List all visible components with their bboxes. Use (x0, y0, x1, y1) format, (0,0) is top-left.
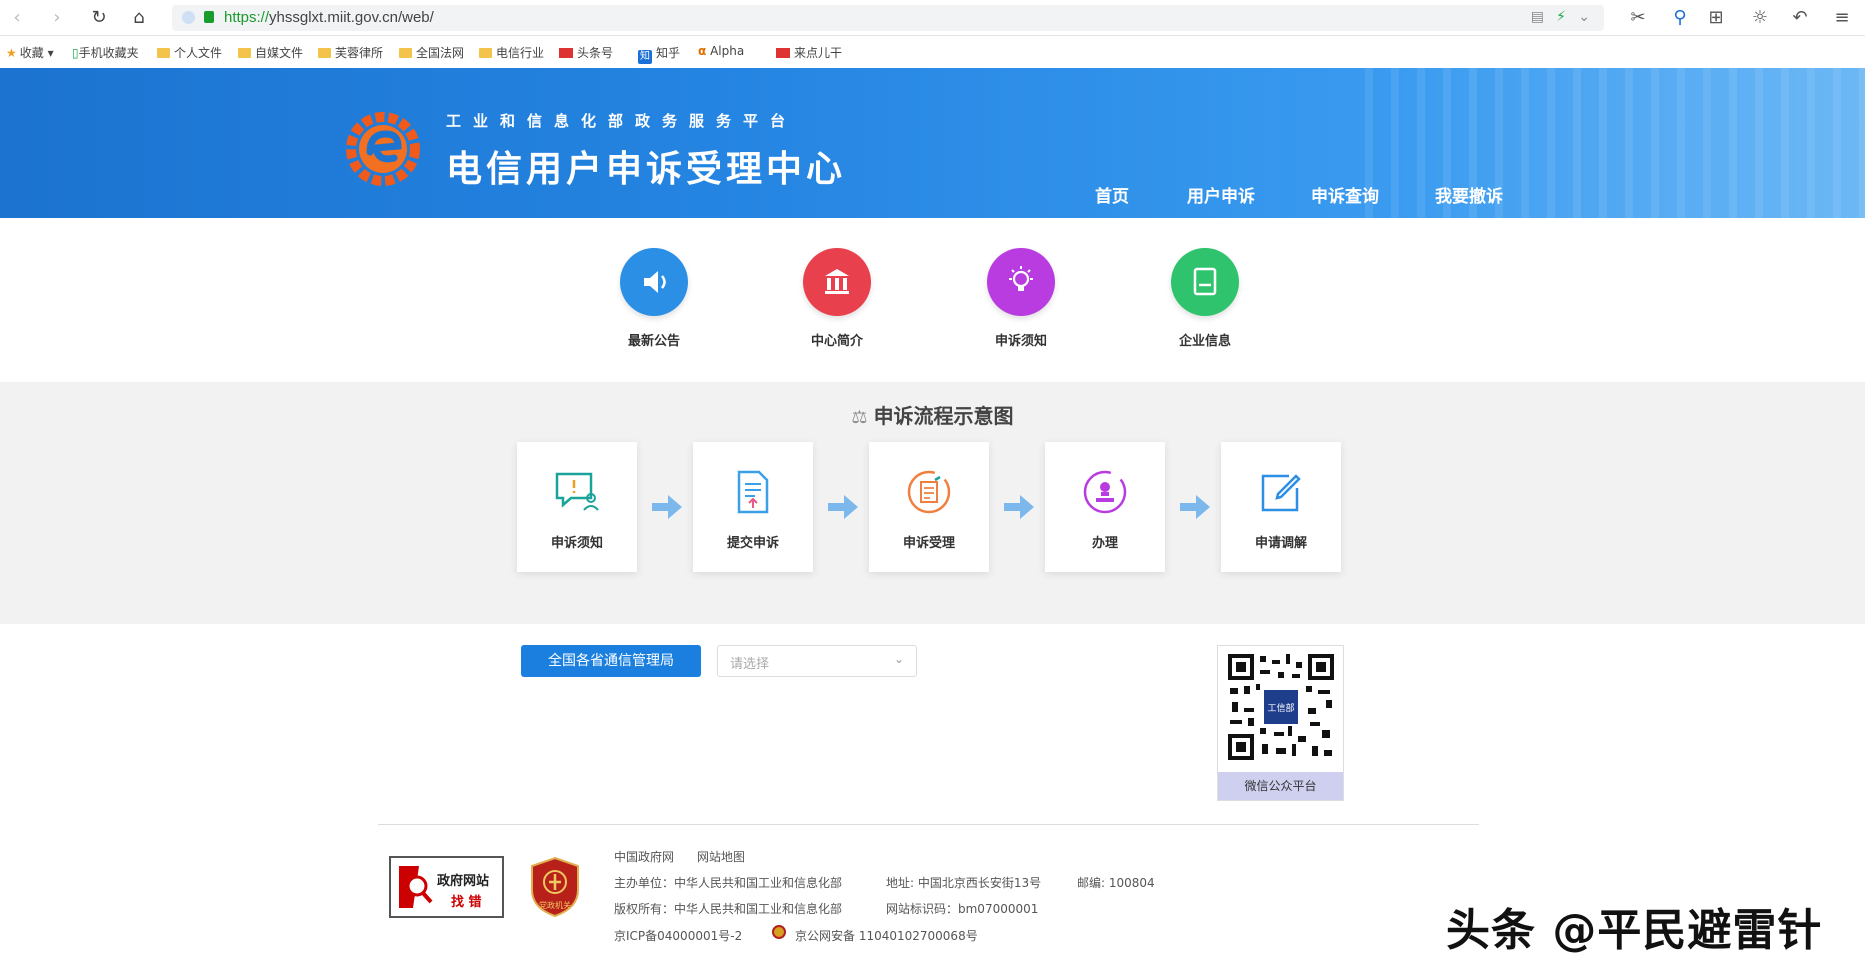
provincial-bureau-button[interactable]: 全国各省通信管理局 (521, 645, 701, 677)
folder-icon (399, 48, 412, 58)
footer-copyright: 版权所有：中华人民共和国工业和信息化部 (614, 902, 843, 916)
phone-icon: ▯ (72, 46, 79, 60)
folder-icon (238, 48, 251, 58)
quick-link-about[interactable]: 中心简介 (777, 248, 897, 349)
miit-logo-icon (346, 112, 420, 186)
footer-address: 地址: 中国北京西长安街13号 (886, 876, 1042, 890)
chevron-down-icon[interactable]: ⌄ (1578, 9, 1590, 25)
forward-icon[interactable]: › (46, 7, 68, 29)
bookmark-folder[interactable]: 芙蓉律所 (318, 44, 383, 61)
bookmark-zhihu[interactable]: 知知乎 (638, 44, 680, 64)
laidian-icon (776, 48, 790, 58)
province-select[interactable]: 请选择 ⌄ (717, 645, 917, 677)
footer-link-gov[interactable]: 中国政府网 (614, 848, 674, 865)
flow-step-submit[interactable]: 提交申诉 (693, 442, 813, 572)
back-icon[interactable]: ‹ (6, 7, 28, 29)
bookmark-alpha[interactable]: α Alpha (698, 44, 744, 58)
stamp-icon (1083, 470, 1127, 514)
alpha-icon: α (698, 44, 707, 58)
flow-step-handle[interactable]: 办理 (1045, 442, 1165, 572)
undo-icon[interactable]: ↶ (1788, 7, 1812, 29)
chat-person-icon (555, 472, 599, 511)
bookmark-folder[interactable]: 自媒文件 (238, 44, 303, 61)
speaker-icon (620, 248, 688, 316)
gov-site-error-badge[interactable]: 政府网站 找 错 (389, 856, 504, 918)
wechat-qr-card: 工信部 微信公众平台 (1217, 645, 1344, 801)
nav-user-complaint[interactable]: 用户申诉 (1187, 182, 1255, 207)
bookmark-laidian[interactable]: 来点儿干 (776, 44, 842, 61)
flow-title: ⚖ 申诉流程示意图 (851, 404, 1014, 428)
bookmark-favorites[interactable]: ★ 收藏 ▾ (6, 44, 54, 61)
home-icon[interactable]: ⌂ (128, 7, 150, 29)
arrow-right-icon (828, 495, 858, 519)
edit-icon (1261, 474, 1301, 512)
url-text[interactable]: https://yhssglxt.miit.gov.cn/web/ (224, 9, 434, 26)
site-icon (182, 11, 195, 24)
chevron-down-icon: ⌄ (893, 652, 904, 666)
watermark-text: 头条 @平民避雷针 (1446, 905, 1823, 956)
select-placeholder: 请选择 (730, 657, 770, 672)
bookmark-toutiao[interactable]: 头条号 (559, 44, 613, 61)
scissors-icon[interactable]: ✂ (1626, 7, 1650, 29)
lock-icon (204, 11, 214, 23)
footer-link-sitemap[interactable]: 网站地图 (697, 848, 745, 865)
address-bar[interactable]: https://yhssglxt.miit.gov.cn/web/ ▤ ⚡ ⌄ (172, 5, 1604, 31)
scales-icon: ⚖ (851, 407, 868, 428)
lightbulb-icon (987, 248, 1055, 316)
quick-link-enterprise[interactable]: 企业信息 (1145, 248, 1265, 349)
bookmark-folder[interactable]: 个人文件 (157, 44, 222, 61)
complaint-flow-section: ⚖ 申诉流程示意图 申诉须知 提交申诉 申诉受理 办理 申请调解 (0, 382, 1865, 624)
nav-home[interactable]: 首页 (1095, 182, 1129, 207)
flow-step-mediation[interactable]: 申请调解 (1221, 442, 1341, 572)
zhihu-icon: 知 (638, 50, 652, 64)
browser-toolbar: ‹ › ↻ ⌂ https://yhssglxt.miit.gov.cn/web… (0, 0, 1865, 36)
building-icon (803, 248, 871, 316)
star-icon: ★ (6, 46, 17, 60)
party-gov-badge[interactable]: 党政机关 (528, 856, 582, 918)
grid-icon[interactable]: ⊞ (1704, 7, 1728, 29)
site-banner: 工业和信息化部政务服务平台 电信用户申诉受理中心 首页 用户申诉 申诉查询 我要… (0, 68, 1865, 218)
quick-link-announcements[interactable]: 最新公告 (594, 248, 714, 349)
folder-icon (479, 48, 492, 58)
reload-icon[interactable]: ↻ (88, 7, 110, 29)
toutiao-icon (559, 48, 573, 58)
doc-circle-icon (907, 470, 951, 514)
bookmark-folder[interactable]: 全国法网 (399, 44, 464, 61)
folder-icon (318, 48, 331, 58)
qr-code-icon: 工信部 (1226, 652, 1336, 762)
police-badge-icon (772, 925, 786, 939)
folder-icon (157, 48, 170, 58)
qr-center-text: 工信部 (1267, 702, 1294, 714)
footer-postcode: 邮编: 100804 (1077, 876, 1155, 890)
search-icon[interactable]: ⚲ (1668, 7, 1692, 29)
bookmark-mobile[interactable]: ▯手机收藏夹 (72, 44, 139, 61)
menu-icon[interactable]: ≡ (1830, 7, 1854, 29)
brightness-icon[interactable]: ☼ (1748, 7, 1772, 29)
book-icon (1171, 248, 1239, 316)
nav-complaint-query[interactable]: 申诉查询 (1311, 182, 1379, 207)
magnifier-icon (399, 866, 433, 908)
bookmarks-bar: ★ 收藏 ▾ ▯手机收藏夹 个人文件 自媒文件 芙蓉律所 全国法网 电信行业 头条… (0, 40, 1865, 66)
quick-link-notice[interactable]: 申诉须知 (961, 248, 1081, 349)
footer-host: 主办单位：中华人民共和国工业和信息化部 (614, 876, 843, 890)
footer-police-record[interactable]: 京公网安备 11040102700068号 (795, 927, 978, 944)
footer-site-id: 网站标识码：bm07000001 (886, 902, 1039, 916)
lightning-icon[interactable]: ⚡ (1556, 9, 1566, 25)
arrow-right-icon (1004, 495, 1034, 519)
flow-step-notice[interactable]: 申诉须知 (517, 442, 637, 572)
qr-caption: 微信公众平台 (1218, 772, 1343, 800)
flow-step-accept[interactable]: 申诉受理 (869, 442, 989, 572)
arrow-right-icon (1180, 495, 1210, 519)
bookmark-folder[interactable]: 电信行业 (479, 44, 544, 61)
footer-icp[interactable]: 京ICP备04000001号-2 (614, 927, 742, 944)
nav-withdraw[interactable]: 我要撤诉 (1435, 182, 1503, 207)
reader-icon[interactable]: ▤ (1531, 9, 1544, 25)
arrow-right-icon (652, 495, 682, 519)
document-upload-icon (737, 470, 769, 514)
footer-divider (378, 824, 1479, 825)
platform-subtitle: 工业和信息化部政务服务平台 (446, 112, 798, 130)
svg-text:党政机关: 党政机关 (539, 900, 571, 910)
site-title: 电信用户申诉受理中心 (446, 149, 847, 190)
